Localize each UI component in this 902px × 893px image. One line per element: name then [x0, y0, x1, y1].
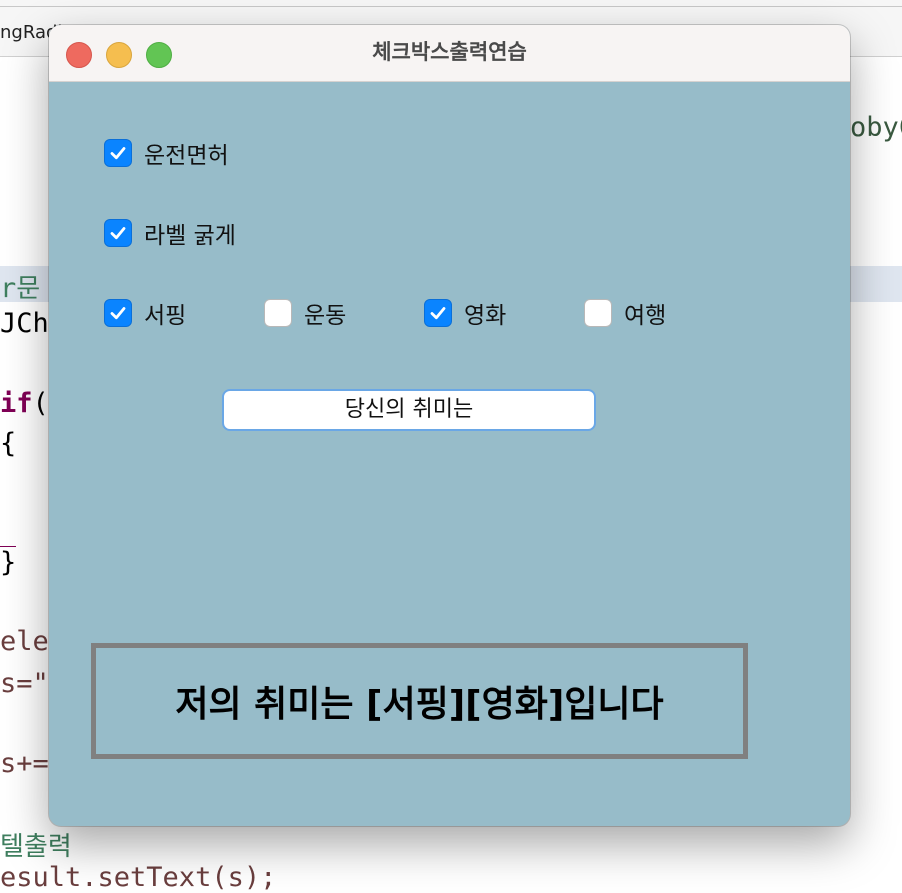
code-line-s-assign: s=" — [0, 668, 49, 699]
code-line-settext: esult.setText(s); — [0, 862, 277, 893]
code-brace-open: { — [0, 428, 17, 459]
checkbox-exercise-box[interactable] — [264, 299, 292, 327]
code-brace-close: } — [0, 546, 17, 578]
checkbox-surfing-box[interactable] — [104, 299, 132, 327]
window-title: 체크박스출력연습 — [372, 40, 527, 64]
ide-tab-divider — [0, 6, 902, 7]
checkmark-icon — [110, 227, 126, 240]
window-content: 운전면허 라벨 굵게 서핑 운동 영화 여행 당신의 취미는 저의 취미는 [서… — [49, 82, 850, 826]
code-if-keyword: if — [0, 388, 33, 419]
code-line-for: r문 — [0, 268, 40, 305]
checkbox-bold-label-label: 라벨 굵게 — [144, 223, 236, 249]
checkbox-license[interactable]: 운전면허 — [104, 138, 229, 169]
checkbox-surfing[interactable]: 서핑 — [104, 298, 187, 329]
code-for-token: r — [0, 273, 17, 304]
code-line-jch: JCh — [0, 308, 49, 339]
checkbox-movie-box[interactable] — [424, 299, 452, 327]
result-text: 저의 취미는 [서핑][영화]입니다 — [175, 684, 664, 725]
window-titlebar[interactable]: 체크박스출력연습 — [49, 25, 850, 82]
checkbox-movie-label: 영화 — [464, 303, 507, 329]
checkbox-license-label: 운전면허 — [144, 143, 229, 169]
code-fragment-right: obyC — [850, 112, 902, 143]
checkbox-exercise[interactable]: 운동 — [264, 298, 347, 329]
code-for-korean: 문 — [16, 274, 41, 304]
checkbox-travel-label: 여행 — [624, 303, 667, 329]
checkbox-movie[interactable]: 영화 — [424, 298, 507, 329]
checkmark-icon — [110, 147, 126, 160]
checkmark-icon — [430, 307, 446, 320]
checkbox-surfing-label: 서핑 — [144, 303, 187, 329]
checkmark-icon — [110, 307, 126, 320]
code-line-s-plus: s+= — [0, 748, 49, 779]
checkbox-bold-label-box[interactable] — [104, 219, 132, 247]
checkbox-exercise-label: 운동 — [304, 303, 347, 329]
result-label: 저의 취미는 [서핑][영화]입니다 — [91, 643, 748, 759]
code-line-else: ele — [0, 626, 49, 657]
checkbox-travel[interactable]: 여행 — [584, 298, 667, 329]
checkbox-license-box[interactable] — [104, 139, 132, 167]
code-if-paren: ( — [32, 388, 49, 419]
code-comment-output: 텔출력 — [0, 832, 72, 862]
code-line-if: if( — [0, 388, 49, 419]
checkbox-bold-label[interactable]: 라벨 굵게 — [104, 218, 236, 249]
checkbox-travel-box[interactable] — [584, 299, 612, 327]
your-hobby-button[interactable]: 당신의 취미는 — [222, 389, 596, 431]
checkbox-practice-window: 체크박스출력연습 운전면허 라벨 굵게 서핑 운동 영화 여행 당신의 취미는 … — [49, 25, 850, 826]
